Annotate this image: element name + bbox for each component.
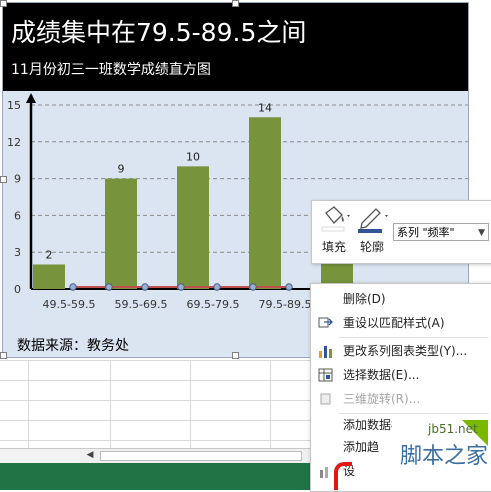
outline-label: 轮廓 — [359, 240, 384, 254]
series-point-marker — [105, 283, 113, 291]
chart-subtitle[interactable]: 11月份初三一班数学成绩直方图 — [11, 59, 211, 79]
rotate-3d-icon — [320, 393, 331, 405]
bar-59.5-69.5 — [105, 178, 137, 289]
data-label: 2 — [46, 248, 53, 261]
column-gridline — [28, 360, 29, 450]
series-point-marker — [285, 283, 293, 291]
x-tick-label: 79.5-89.5 — [259, 298, 312, 311]
y-tick-label: 3 — [14, 246, 21, 259]
menu-item-label: 更改系列图表类型(Y)... — [343, 344, 468, 358]
column-gridline — [110, 360, 111, 450]
menu-item-reset-style[interactable]: 重设以匹配样式(A) — [311, 312, 491, 334]
chart-resize-handle[interactable] — [0, 176, 7, 183]
data-label: 10 — [186, 150, 200, 163]
data-label: 14 — [258, 101, 272, 114]
menu-item-label: 三维旋转(R)... — [343, 392, 421, 406]
menu-item-3d-rotation: 三维旋转(R)... — [311, 388, 491, 410]
scrollbar-thumb[interactable] — [100, 451, 302, 461]
source-label[interactable]: 数据来源：教务处 — [17, 335, 129, 355]
menu-item-change-chart-type[interactable]: 更改系列图表类型(Y)... — [311, 340, 491, 362]
y-tick-label: 0 — [14, 283, 21, 296]
series-point-marker — [249, 283, 257, 291]
format-series-icon — [320, 467, 328, 478]
series-point-marker — [177, 283, 185, 291]
chart-title[interactable]: 成绩集中在79.5-89.5之间 — [11, 13, 306, 49]
menu-item-delete[interactable]: 删除(D) — [311, 288, 491, 310]
y-tick-label: 12 — [7, 136, 21, 149]
column-gridline — [190, 360, 191, 450]
y-tick-label: 9 — [14, 173, 21, 186]
menu-divider — [339, 337, 489, 338]
chevron-down-icon[interactable]: ▼ — [478, 224, 485, 240]
select-data-icon — [318, 368, 333, 382]
series-select[interactable]: 系列 "频率" ▼ — [393, 223, 489, 241]
series-select-value: 系列 "频率" — [397, 226, 455, 239]
fill-label: 填充 — [321, 240, 346, 254]
menu-item-select-data[interactable]: 选择数据(E)... — [311, 364, 491, 386]
column-gridline — [270, 360, 271, 450]
y-axis-arrow — [26, 93, 36, 103]
data-label: 9 — [118, 163, 125, 176]
x-tick-label: 59.5-69.5 — [115, 298, 168, 311]
red-highlight-mark — [334, 462, 352, 490]
sheet-tab-strip[interactable] — [0, 448, 80, 463]
chart-type-icon — [319, 346, 332, 358]
chart-resize-handle[interactable] — [232, 0, 239, 7]
x-tick-label: 69.5-79.5 — [187, 298, 240, 311]
y-tick-label: 6 — [14, 209, 21, 222]
x-tick-label: 49.5-59.5 — [43, 298, 96, 311]
chart-resize-handle[interactable] — [0, 0, 7, 7]
reset-style-icon — [318, 317, 333, 328]
watermark-site: jb51.net — [428, 422, 478, 436]
paint-bucket-icon — [321, 206, 350, 232]
watermark: jb51.net 脚本之家 — [392, 418, 491, 490]
series-point-marker — [213, 283, 221, 291]
pen-icon — [358, 208, 388, 233]
menu-item-label: 删除(D) — [343, 292, 386, 306]
chart-resize-handle[interactable] — [0, 352, 7, 359]
format-mini-toolbar: 填充 轮廓 系列 "频率" ▼ — [311, 200, 491, 264]
bar-69.5-79.5 — [177, 166, 209, 289]
series-point-marker — [141, 283, 149, 291]
chart-resize-handle[interactable] — [232, 352, 239, 359]
outline-button[interactable]: 轮廓 — [354, 205, 390, 261]
menu-item-label: 重设以匹配样式(A) — [343, 316, 445, 330]
series-point-marker — [69, 283, 77, 291]
watermark-text: 脚本之家 — [400, 444, 489, 469]
bar-49.5-59.5 — [33, 264, 65, 289]
y-tick-label: 15 — [7, 99, 21, 112]
fill-button[interactable]: 填充 — [316, 205, 352, 261]
menu-item-label: 添加趋 — [343, 440, 380, 454]
menu-item-label: 选择数据(E)... — [343, 368, 420, 382]
bar-79.5-89.5 — [249, 117, 281, 289]
scroll-left-arrow-icon[interactable]: ◀ — [84, 449, 96, 461]
